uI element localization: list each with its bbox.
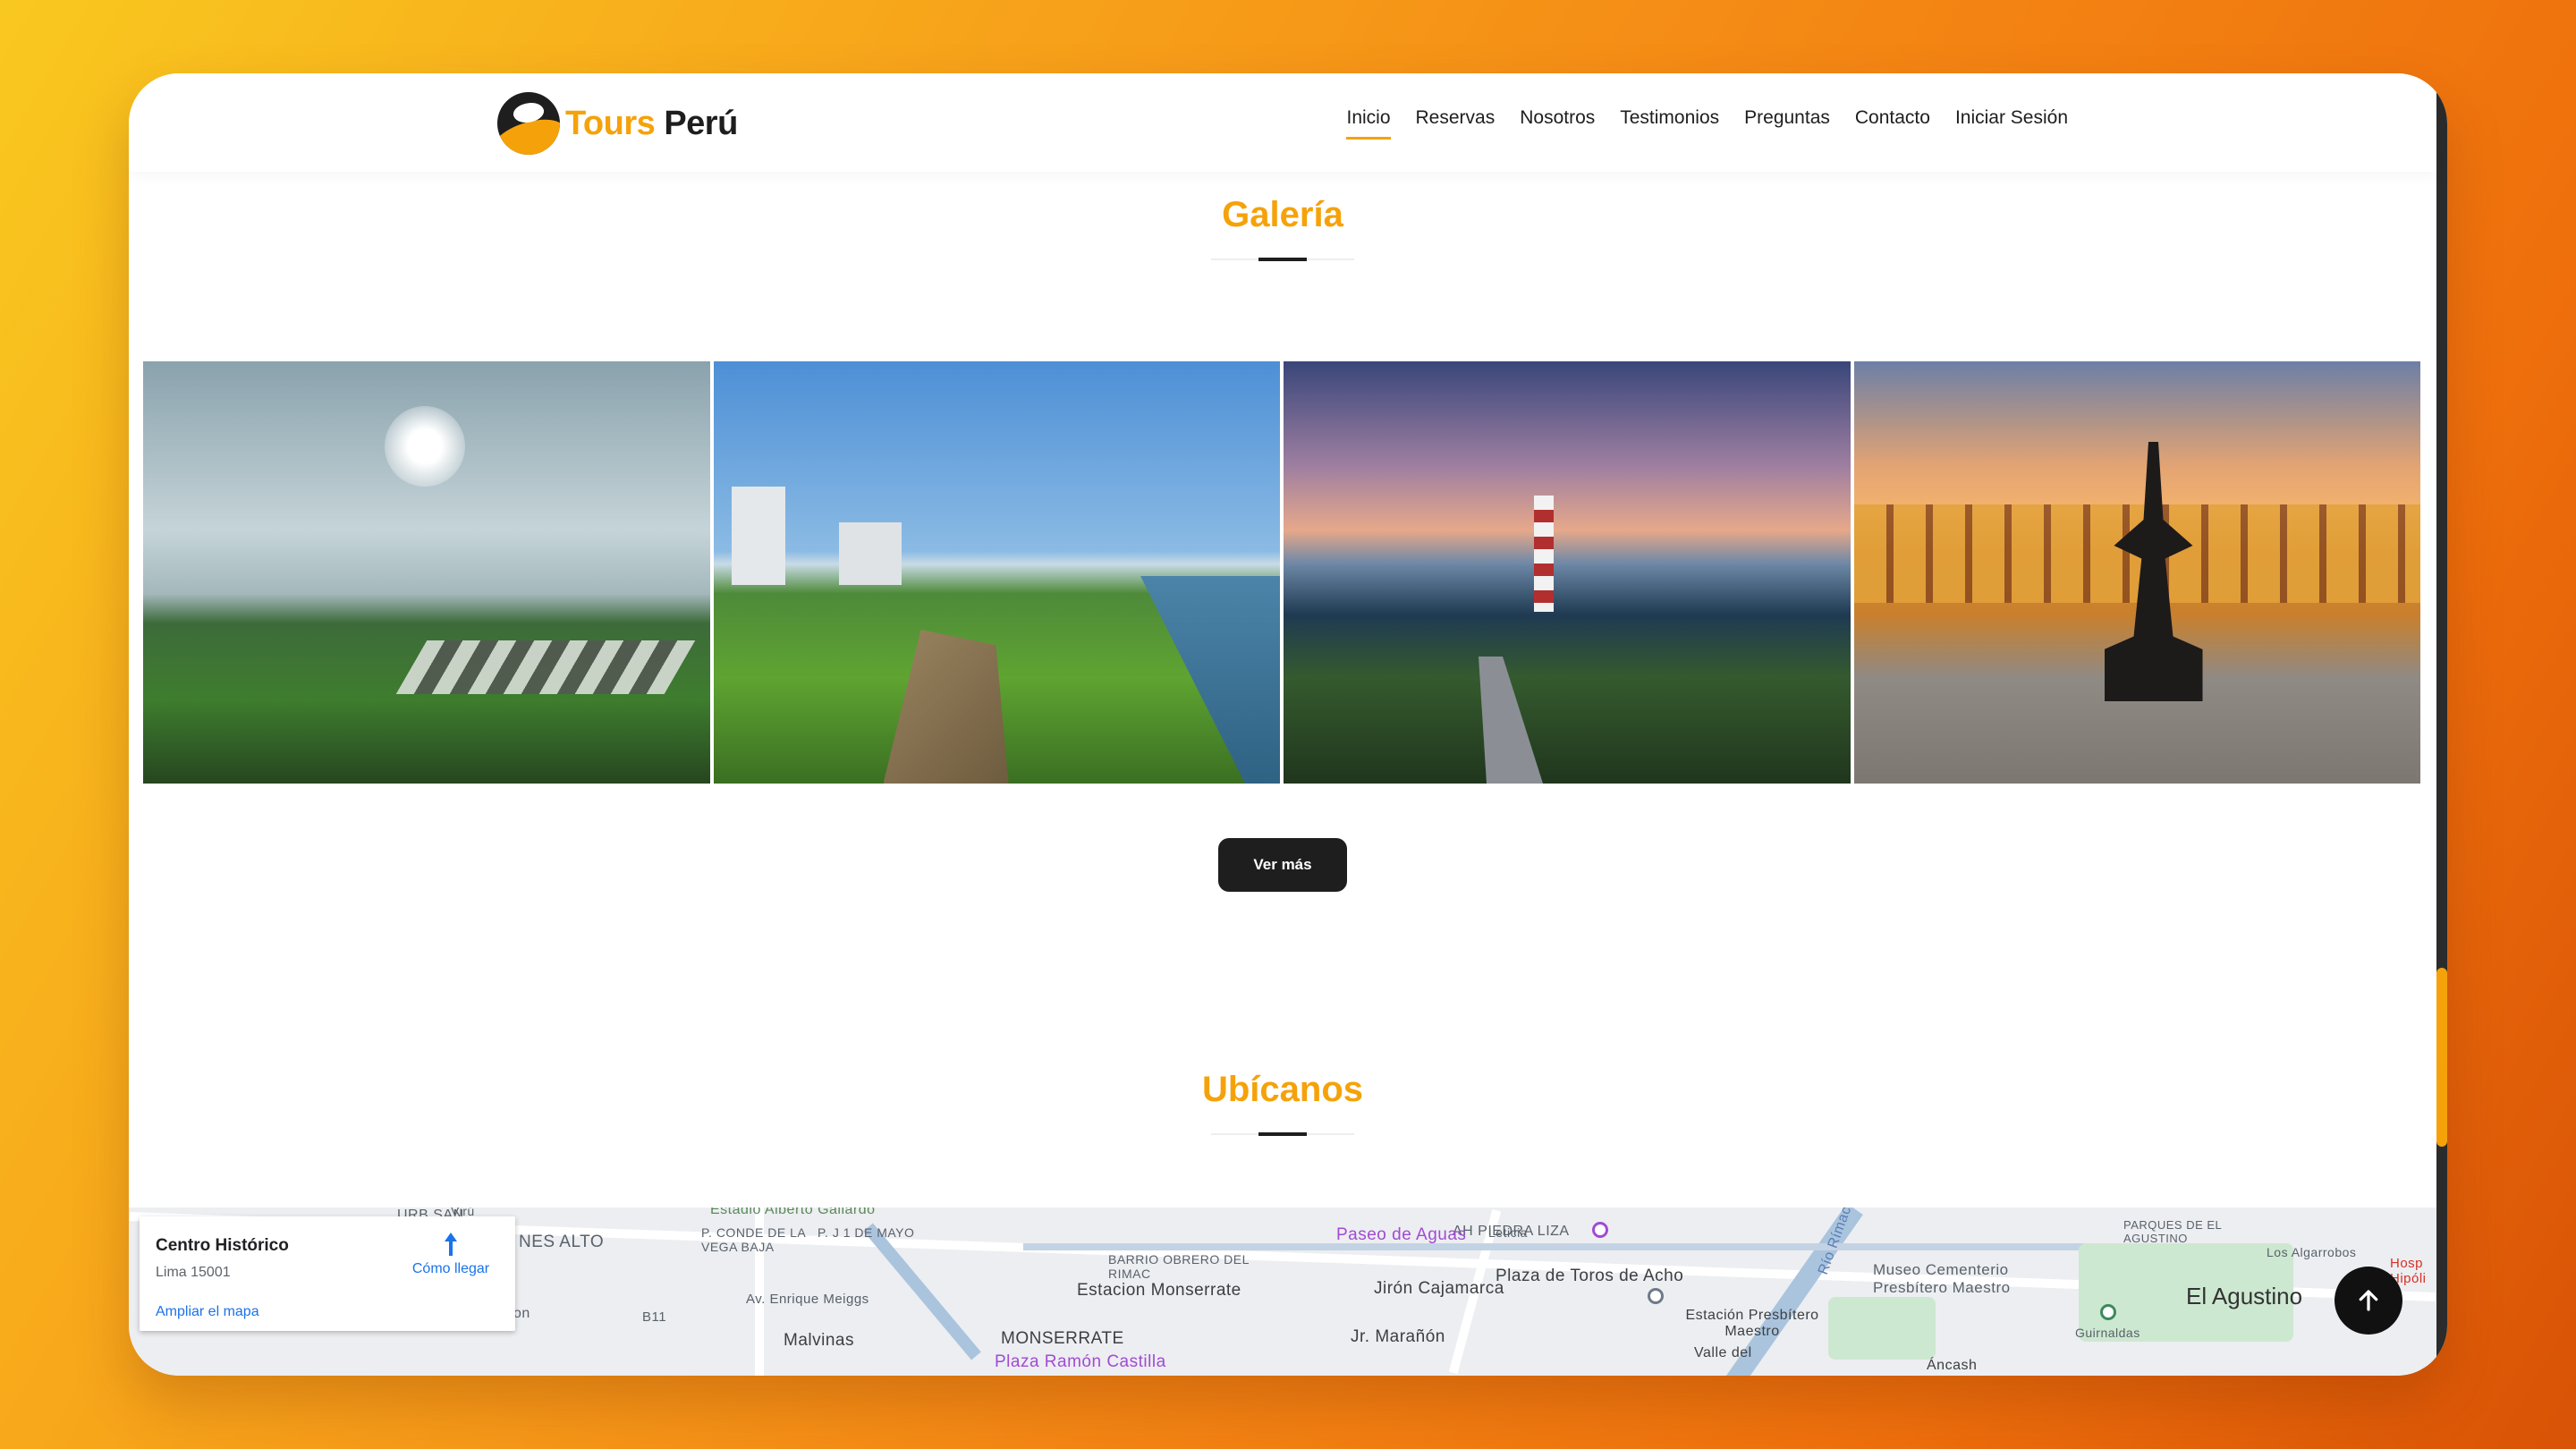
location-title: Ubícanos [1201, 1070, 1364, 1109]
map-label-malvinas: Malvinas [784, 1331, 854, 1350]
directions-label: Cómo llegar [411, 1261, 490, 1276]
gallery-photo-2[interactable] [713, 361, 1280, 784]
map-label-guirnaldas: Guirnaldas [2075, 1326, 2140, 1340]
nav-item-nosotros[interactable]: Nosotros [1520, 107, 1595, 129]
enlarge-map-link[interactable]: Ampliar el mapa [156, 1304, 259, 1320]
gallery-photo-3[interactable] [1284, 361, 1851, 784]
map-pin-paseo[interactable] [1592, 1222, 1608, 1238]
map-label-plaza-ramon: Plaza Ramón Castilla [995, 1352, 1166, 1371]
map-label-monserrate: MONSERRATE [1001, 1329, 1124, 1348]
map-label-nes-alto: NES ALTO [519, 1233, 605, 1251]
gallery-photo-1[interactable] [143, 361, 710, 784]
map-label-paseo: Paseo de Aguas [1336, 1225, 1467, 1244]
gallery-title-divider [1211, 258, 1354, 261]
main-nav: Inicio Reservas Nosotros Testimonios Pre… [1346, 107, 2068, 140]
scrollbar-track[interactable] [2436, 73, 2447, 1376]
map-label-plaza-toros: Plaza de Toros de Acho [1496, 1267, 1684, 1285]
gallery-title: Galería [1222, 195, 1343, 234]
map-label-estacion-pm: Estación Presbítero Maestro [1685, 1308, 1819, 1339]
directions-button[interactable]: Cómo llegar [410, 1233, 492, 1277]
arrow-up-icon [2359, 1290, 2378, 1311]
gallery-photo-4[interactable] [1853, 361, 2420, 784]
logo-text: Tours Perú [565, 105, 738, 143]
map-label-pj: P. J 1 DE MAYO [818, 1225, 915, 1240]
navbar: Tours Perú Inicio Reservas Nosotros Test… [129, 73, 2436, 172]
map-label-parques: PARQUES DE EL AGUSTINO [2123, 1218, 2222, 1245]
logo[interactable]: Tours Perú [497, 91, 738, 156]
browser-window: Tours Perú Inicio Reservas Nosotros Test… [129, 73, 2447, 1376]
map-label-valle: Valle del [1694, 1345, 1752, 1360]
gallery [143, 361, 2420, 784]
map-label-barrio: BARRIO OBRERO DEL RIMAC [1108, 1252, 1250, 1281]
nav-item-preguntas[interactable]: Preguntas [1744, 107, 1830, 129]
nav-item-contacto[interactable]: Contacto [1855, 107, 1930, 129]
directions-icon [439, 1233, 462, 1256]
map-label-av-enrique: Av. Enrique Meiggs [746, 1292, 869, 1307]
map-label-jr-maranon: Jr. Marañón [1351, 1327, 1445, 1346]
nav-item-testimonios[interactable]: Testimonios [1620, 107, 1719, 129]
back-to-top-button[interactable] [2334, 1267, 2402, 1335]
scrollbar-thumb[interactable] [2436, 968, 2447, 1147]
map-label-museo: Museo Cementerio Presbítero Maestro [1873, 1261, 2011, 1296]
nav-item-inicio[interactable]: Inicio [1346, 107, 1391, 140]
location-title-divider [1211, 1132, 1354, 1136]
map-label-on: on [513, 1306, 530, 1321]
map-pin-museo[interactable] [2100, 1304, 2116, 1320]
brand-name-part2: Perú [664, 104, 738, 142]
logo-icon [497, 92, 560, 155]
map-label-jiron-cajamarca: Jirón Cajamarca [1374, 1279, 1504, 1298]
map-label-estacion-monserrate: Estacion Monserrate [1077, 1281, 1241, 1300]
map-label-b11: B11 [642, 1309, 667, 1325]
map-info-card: Centro Histórico Lima 15001 Cómo llegar … [140, 1216, 515, 1331]
map-pin-plaza-toros[interactable] [1648, 1288, 1664, 1304]
map-label-los-algarrobos: Los Algarrobos [2267, 1245, 2357, 1259]
ver-mas-button[interactable]: Ver más [1218, 838, 1347, 892]
map-label-ancash: Áncash [1927, 1358, 1978, 1373]
map-label-el-agustino: El Agustino [2186, 1283, 2303, 1309]
nav-item-reservas[interactable]: Reservas [1416, 107, 1496, 129]
map-label-estadio: Estadio Alberto Gallardo [710, 1208, 876, 1217]
map-label-pconde: P. CONDE DE LA VEGA BAJA [701, 1225, 806, 1254]
brand-name-part1: Tours [565, 104, 656, 142]
nav-item-iniciar-sesion[interactable]: Iniciar Sesión [1955, 107, 2068, 129]
map-label-leticia: Leticia [1488, 1225, 1528, 1240]
